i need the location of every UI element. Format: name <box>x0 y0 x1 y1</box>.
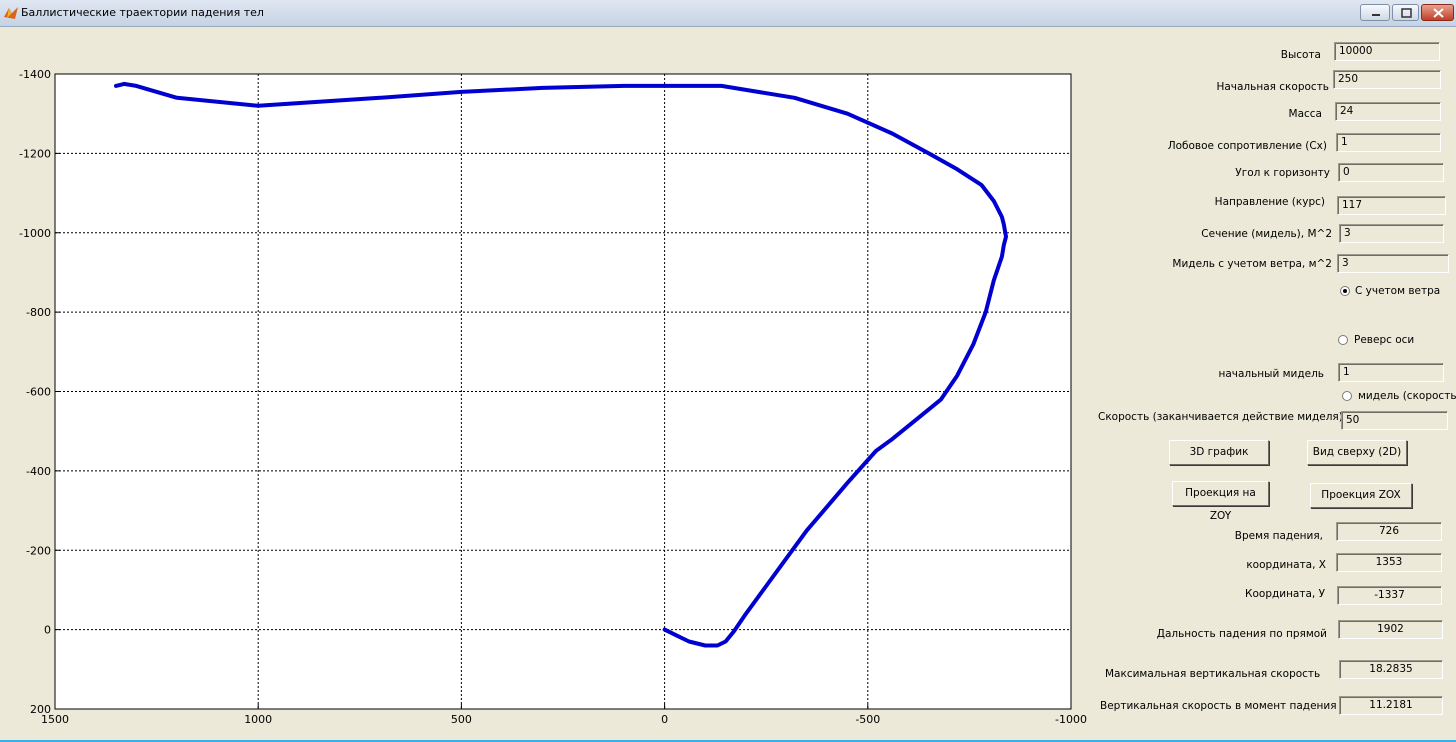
height-field[interactable]: 10000 <box>1334 42 1440 61</box>
proj-zox-button[interactable]: Проекция ZOX <box>1310 483 1412 508</box>
midel-speed-radio[interactable] <box>1342 391 1352 401</box>
angle-label: Угол к горизонту <box>1235 167 1330 179</box>
reverse-axis-radio[interactable] <box>1338 335 1348 345</box>
reverse-axis-label: Реверс оси <box>1354 334 1415 346</box>
coord-x-field: 1353 <box>1336 553 1442 572</box>
mass-field[interactable]: 24 <box>1335 102 1441 121</box>
fall-time-field: 726 <box>1336 522 1442 541</box>
matlab-app-icon <box>4 7 18 19</box>
speed-end-field[interactable]: 50 <box>1341 411 1448 430</box>
x-tick-label: -500 <box>855 713 880 726</box>
wind-radio-label: С учетом ветра <box>1355 285 1441 297</box>
y-tick-label: -1400 <box>19 68 51 81</box>
trajectory-plot: 1500 1000 500 0 -500 -1000-1400-1200-1000-800… <box>19 68 1087 726</box>
initial-midel-field[interactable]: 1 <box>1338 363 1444 382</box>
x-tick-label: -1000 <box>1055 713 1087 726</box>
max-vspeed-field: 18.2835 <box>1339 660 1443 679</box>
y-tick-label: -800 <box>26 306 51 319</box>
close-icon <box>1433 8 1444 18</box>
proj-zoy-button[interactable]: Проекция на ZOY <box>1172 481 1269 522</box>
graph-3d-button[interactable]: 3D график <box>1169 440 1269 465</box>
max-vspeed-label: Максимальная вертикальная скорость <box>1105 668 1321 680</box>
coord-y-label: Координата, У <box>1245 588 1325 600</box>
wind-radio[interactable] <box>1340 286 1350 296</box>
minimize-button[interactable] <box>1360 4 1390 21</box>
range-field: 1902 <box>1338 620 1443 639</box>
y-tick-label: 0 <box>44 624 51 637</box>
mass-label: Масса <box>1288 108 1322 120</box>
direction-label: Направление (курс) <box>1214 196 1325 208</box>
minimize-icon <box>1372 14 1380 16</box>
coord-y-field: -1337 <box>1337 586 1442 605</box>
y-tick-label: -400 <box>26 465 51 478</box>
x-tick-label: 0 <box>661 713 668 726</box>
height-label: Высота <box>1280 49 1321 61</box>
window-titlebar: Баллистические траектории падения тел <box>0 0 1456 27</box>
close-button[interactable] <box>1421 4 1454 21</box>
midel-speed-label: мидель (скорость) <box>1358 390 1456 402</box>
range-label: Дальность падения по прямой <box>1156 628 1327 640</box>
initial-midel-label: начальный мидель <box>1218 368 1324 380</box>
maximize-icon <box>1401 8 1412 18</box>
vspeed-impact-label: Вертикальная скорость в момент падения <box>1100 700 1337 712</box>
window-title: Баллистические траектории падения тел <box>21 6 264 19</box>
midel-wind-field[interactable]: 3 <box>1337 254 1449 273</box>
y-tick-label: -1200 <box>19 147 51 160</box>
vspeed-impact-field: 11.2181 <box>1339 696 1443 715</box>
speed-end-label: Скорость (заканчивается действие миделя) <box>1098 411 1343 423</box>
drag-field[interactable]: 1 <box>1336 133 1441 152</box>
coord-x-label: координата, Х <box>1246 559 1326 571</box>
section-field[interactable]: 3 <box>1339 224 1444 243</box>
y-tick-label: -200 <box>26 544 51 557</box>
angle-field[interactable]: 0 <box>1338 163 1444 182</box>
top-view-button[interactable]: Вид сверху (2D) <box>1307 440 1407 465</box>
initial-speed-field[interactable]: 250 <box>1333 70 1441 89</box>
fall-time-label: Время падения, <box>1234 530 1323 542</box>
direction-field[interactable]: 117 <box>1337 196 1446 215</box>
y-tick-label: 200 <box>30 703 51 716</box>
x-tick-label: 1000 <box>244 713 272 726</box>
x-tick-label: 500 <box>451 713 472 726</box>
y-tick-label: -600 <box>26 386 51 399</box>
y-tick-label: -1000 <box>19 227 51 240</box>
midel-wind-label: Мидель с учетом ветра, м^2 <box>1172 258 1332 270</box>
section-label: Сечение (мидель), М^2 <box>1201 228 1332 240</box>
drag-label: Лобовое сопротивление (Cx) <box>1167 140 1327 152</box>
initial-speed-label: Начальная скорость <box>1216 81 1329 93</box>
maximize-button[interactable] <box>1392 4 1419 21</box>
